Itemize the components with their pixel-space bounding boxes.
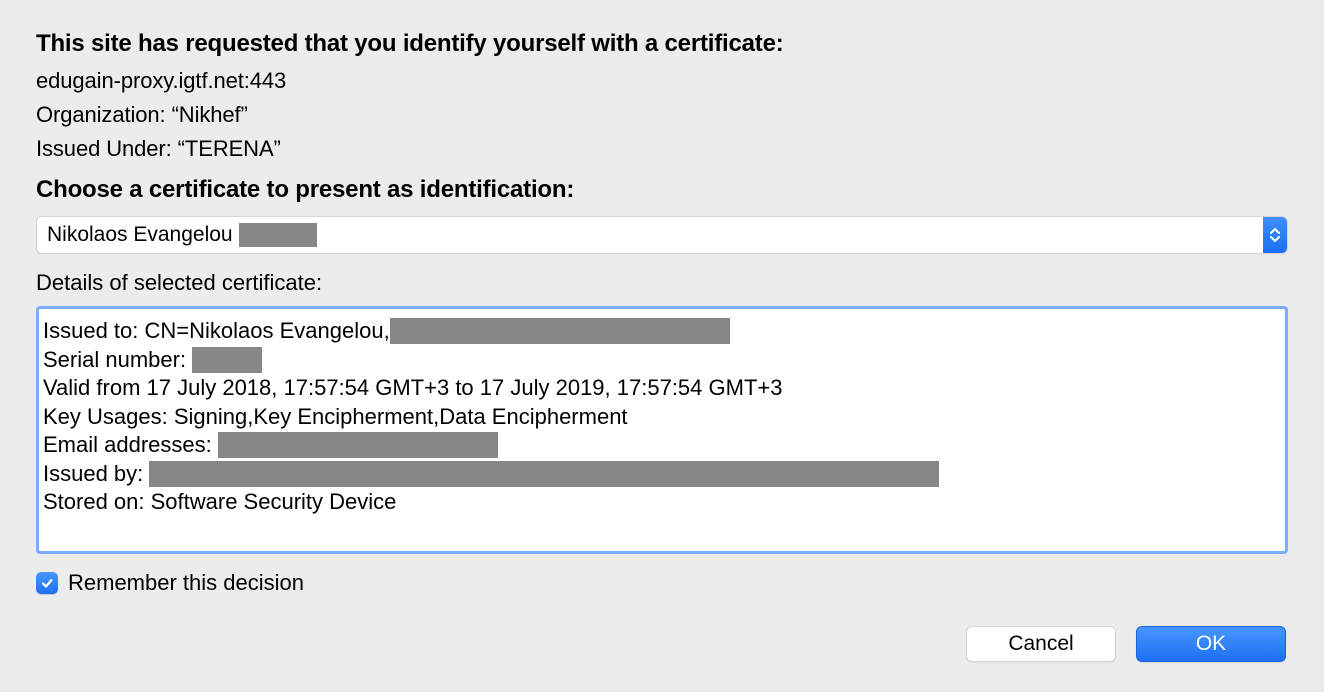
- remember-decision-row: Remember this decision: [36, 570, 1288, 596]
- dialog-buttons: Cancel OK: [36, 626, 1288, 662]
- certificate-select[interactable]: Nikolaos Evangelou: [36, 216, 1288, 254]
- remember-decision-label: Remember this decision: [68, 570, 304, 596]
- certificate-details-box[interactable]: Issued to: CN=Nikolaos Evangelou, Serial…: [36, 306, 1288, 554]
- redacted-block: [390, 318, 730, 344]
- detail-text: Key Usages: Signing,Key Encipherment,Dat…: [43, 403, 628, 432]
- detail-email: Email addresses:: [43, 431, 1281, 460]
- detail-serial: Serial number:: [43, 346, 1281, 375]
- detail-issued-by: Issued by:: [43, 460, 1281, 489]
- detail-stored-on: Stored on: Software Security Device: [43, 488, 1281, 517]
- site-host: edugain-proxy.igtf.net:443: [36, 68, 1288, 94]
- detail-issued-to: Issued to: CN=Nikolaos Evangelou,: [43, 317, 1281, 346]
- detail-text: Issued by:: [43, 460, 143, 489]
- ok-button[interactable]: OK: [1136, 626, 1286, 662]
- detail-text: Stored on: Software Security Device: [43, 488, 396, 517]
- certificate-select-value: Nikolaos Evangelou: [37, 217, 1263, 253]
- detail-valid: Valid from 17 July 2018, 17:57:54 GMT+3 …: [43, 374, 1281, 403]
- cancel-button[interactable]: Cancel: [966, 626, 1116, 662]
- detail-key-usages: Key Usages: Signing,Key Encipherment,Dat…: [43, 403, 1281, 432]
- redacted-block: [218, 432, 498, 458]
- detail-text: Issued to: CN=Nikolaos Evangelou,: [43, 317, 390, 346]
- issued-under: Issued Under: “TERENA”: [36, 136, 1288, 162]
- dialog-title: This site has requested that you identif…: [36, 30, 1288, 58]
- detail-text: Valid from 17 July 2018, 17:57:54 GMT+3 …: [43, 374, 782, 403]
- detail-text: Email addresses:: [43, 431, 212, 460]
- certificate-name: Nikolaos Evangelou: [47, 223, 233, 247]
- site-organization: Organization: “Nikhef”: [36, 102, 1288, 128]
- updown-arrows-icon: [1263, 217, 1287, 253]
- redacted-block: [239, 223, 317, 247]
- choose-certificate-label: Choose a certificate to present as ident…: [36, 176, 1288, 204]
- redacted-block: [149, 461, 939, 487]
- details-label: Details of selected certificate:: [36, 270, 1288, 296]
- detail-text: Serial number:: [43, 346, 186, 375]
- redacted-block: [192, 347, 262, 373]
- certificate-identify-dialog: This site has requested that you identif…: [0, 0, 1324, 692]
- remember-decision-checkbox[interactable]: [36, 572, 58, 594]
